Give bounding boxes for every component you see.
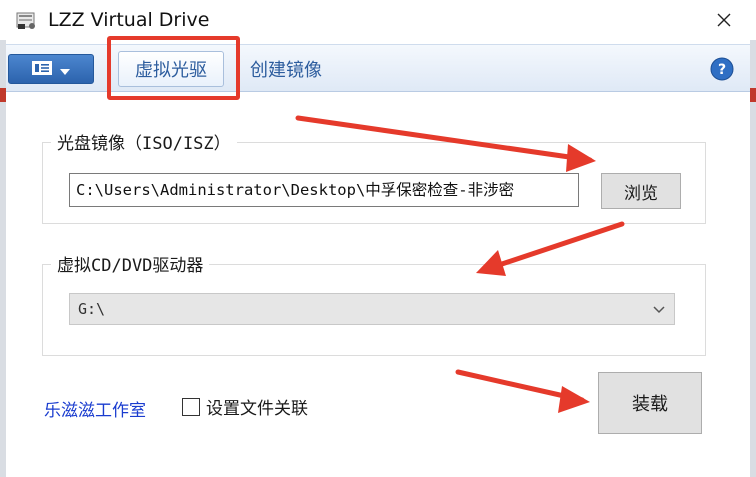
window-title: LZZ Virtual Drive <box>48 9 210 31</box>
app-window: LZZ Virtual Drive 虚拟光驱 创建镜像 ? 光盘镜像（ISO/I… <box>6 0 750 477</box>
chevron-down-icon <box>652 302 666 320</box>
svg-text:?: ? <box>718 62 726 78</box>
drive-select-value: G:\ <box>78 300 106 318</box>
background-edge-right <box>750 40 756 477</box>
group-title: 虚拟CD/DVD驱动器 <box>51 251 210 276</box>
menu-button[interactable] <box>8 54 94 84</box>
iso-image-group: 光盘镜像（ISO/ISZ） C:\Users\Administrator\Des… <box>42 129 706 224</box>
mount-label: 装载 <box>632 394 668 415</box>
drive-select[interactable]: G:\ <box>69 293 675 325</box>
browse-button[interactable]: 浏览 <box>601 173 681 209</box>
menu-icon <box>32 60 52 79</box>
checkbox-label: 设置文件关联 <box>206 399 308 419</box>
browse-label: 浏览 <box>624 183 658 204</box>
tab-label: 虚拟光驱 <box>135 60 207 81</box>
tab-virtual-drive[interactable]: 虚拟光驱 <box>118 51 224 87</box>
file-association-checkbox[interactable]: 设置文件关联 <box>182 394 308 419</box>
app-icon <box>16 11 38 31</box>
tab-create-image[interactable]: 创建镜像 <box>242 51 342 87</box>
mount-button[interactable]: 装载 <box>598 372 702 434</box>
chevron-down-icon <box>60 60 70 79</box>
help-icon[interactable]: ? <box>710 57 734 81</box>
title-bar: LZZ Virtual Drive <box>6 0 750 44</box>
virtual-drive-group: 虚拟CD/DVD驱动器 G:\ <box>42 251 706 356</box>
background-mark <box>750 88 756 102</box>
studio-link[interactable]: 乐滋滋工作室 <box>44 396 146 421</box>
toolbar: 虚拟光驱 创建镜像 ? <box>6 44 750 92</box>
close-icon <box>716 12 732 32</box>
close-button[interactable] <box>706 6 742 38</box>
iso-path-field[interactable]: C:\Users\Administrator\Desktop\中孚保密检查-非涉… <box>69 173 579 207</box>
iso-path-value: C:\Users\Administrator\Desktop\中孚保密检查-非涉… <box>76 181 515 199</box>
checkbox-box[interactable] <box>182 397 200 416</box>
tab-label: 创建镜像 <box>250 60 322 81</box>
group-title: 光盘镜像（ISO/ISZ） <box>51 129 237 154</box>
